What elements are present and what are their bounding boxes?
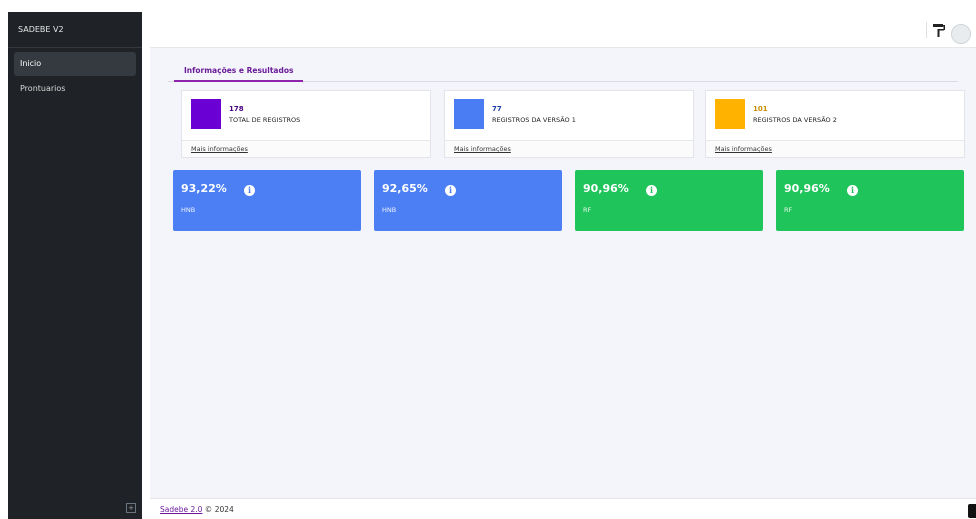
sidebar-item-prontuarios[interactable]: Prontuarios	[14, 77, 136, 101]
top-bar	[150, 12, 976, 48]
tab-informacoes-resultados[interactable]: Informações e Resultados	[174, 62, 304, 82]
topbar-divider	[926, 22, 927, 38]
top-strip	[0, 0, 976, 12]
info-icon[interactable]: i	[445, 185, 456, 196]
expand-icon[interactable]: +	[126, 503, 136, 513]
info-card-footer: Mais informações	[445, 140, 693, 157]
stat-sublabel: RF	[784, 206, 793, 214]
footer-link[interactable]: Sadebe 2.0	[160, 505, 202, 514]
stat-value: 90,96%	[583, 182, 629, 195]
page-footer: Sadebe 2.0 © 2024	[150, 498, 976, 519]
info-icon[interactable]: i	[847, 185, 858, 196]
more-info-link[interactable]: Mais informações	[191, 145, 248, 153]
color-square	[715, 99, 745, 129]
stat-card-rf-2[interactable]: 90,96% i RF	[776, 170, 964, 231]
info-card-total: 178 TOTAL DE REGISTROS Mais informações	[181, 90, 431, 158]
stat-card-rf-1[interactable]: 90,96% i RF	[575, 170, 763, 231]
user-avatar[interactable]	[951, 24, 971, 44]
info-card-label: REGISTROS DA VERSÃO 2	[753, 116, 837, 124]
more-info-link[interactable]: Mais informações	[715, 145, 772, 153]
info-card-footer: Mais informações	[182, 140, 430, 157]
info-card-count: 178	[229, 105, 244, 113]
app-brand[interactable]: SADEBE V2	[8, 12, 142, 48]
sidebar-item-inicio[interactable]: Inicio	[14, 52, 136, 76]
stat-value: 93,22%	[181, 182, 227, 195]
corner-handle-icon[interactable]	[968, 504, 976, 518]
info-card-versao-2: 101 REGISTROS DA VERSÃO 2 Mais informaçõ…	[705, 90, 965, 158]
main-content: Informações e Resultados 178 TOTAL DE RE…	[150, 48, 976, 498]
stat-sublabel: HNB	[382, 206, 397, 214]
footer-text: Sadebe 2.0 © 2024	[160, 505, 234, 514]
more-info-link[interactable]: Mais informações	[454, 145, 511, 153]
info-card-label: TOTAL DE REGISTROS	[229, 116, 301, 124]
stat-value: 92,65%	[382, 182, 428, 195]
info-icon[interactable]: i	[646, 185, 657, 196]
paint-roller-icon[interactable]	[932, 22, 946, 38]
info-card-label: REGISTROS DA VERSÃO 1	[492, 116, 576, 124]
stat-card-hnb-2[interactable]: 92,65% i HNB	[374, 170, 562, 231]
stat-sublabel: RF	[583, 206, 592, 214]
stat-card-hnb-1[interactable]: 93,22% i HNB	[173, 170, 361, 231]
info-card-versao-1: 77 REGISTROS DA VERSÃO 1 Mais informaçõe…	[444, 90, 694, 158]
sidebar-nav: Inicio Prontuarios	[8, 48, 142, 106]
info-icon[interactable]: i	[244, 185, 255, 196]
footer-copyright: © 2024	[202, 505, 234, 514]
tab-bar: Informações e Resultados	[168, 62, 958, 82]
info-card-count: 101	[753, 105, 768, 113]
info-card-footer: Mais informações	[706, 140, 964, 157]
stat-sublabel: HNB	[181, 206, 196, 214]
color-square	[191, 99, 221, 129]
stat-value: 90,96%	[784, 182, 830, 195]
color-square	[454, 99, 484, 129]
info-card-count: 77	[492, 105, 502, 113]
sidebar: SADEBE V2 Inicio Prontuarios +	[8, 12, 142, 519]
